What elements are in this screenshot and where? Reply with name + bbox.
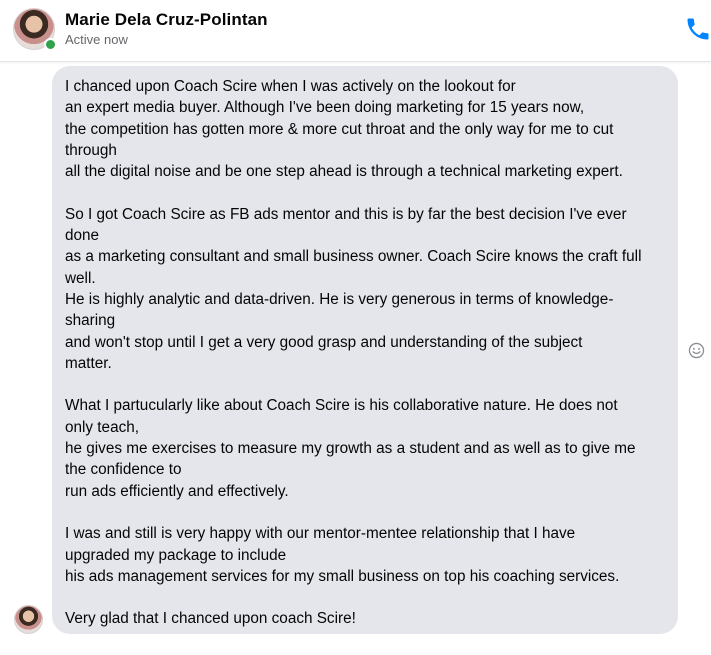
message-paragraph-1: I chanced upon Coach Scire when I was ac… [65, 78, 623, 181]
contact-name[interactable]: Marie Dela Cruz-Polintan [65, 10, 268, 30]
phone-icon[interactable] [684, 14, 711, 44]
active-status-indicator [44, 38, 57, 51]
active-status-text: Active now [65, 32, 128, 47]
message-paragraph-4: I was and still is very happy with our m… [65, 525, 620, 585]
smiley-face-icon[interactable] [688, 342, 705, 359]
sender-avatar[interactable] [14, 605, 43, 634]
message-paragraph-2: So I got Coach Scire as FB ads mentor an… [65, 205, 642, 372]
message-paragraph-3: What I partucularly like about Coach Sci… [65, 397, 636, 500]
message-bubble[interactable]: I chanced upon Coach Scire when I was ac… [52, 66, 678, 634]
chat-header: Marie Dela Cruz-Polintan Active now [0, 0, 711, 62]
contact-avatar-container[interactable] [13, 8, 57, 51]
message-paragraph-5: Very glad that I chanced upon coach Scir… [65, 610, 356, 628]
